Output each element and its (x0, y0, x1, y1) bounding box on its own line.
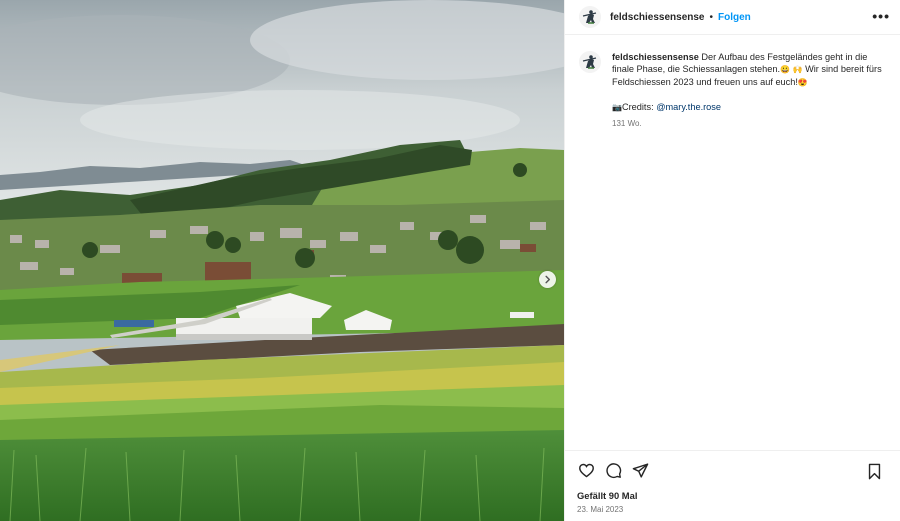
save-button[interactable] (865, 462, 883, 480)
comment-button[interactable] (604, 462, 622, 480)
post-photo[interactable] (0, 0, 564, 521)
share-button[interactable] (631, 462, 649, 480)
next-image-button[interactable] (539, 271, 556, 288)
avatar[interactable] (579, 6, 601, 28)
post-age: 131 Wo. (612, 119, 642, 128)
post-date: 23. Mai 2023 (577, 505, 624, 514)
comments-section: feldschiessensense Der Aufbau des Festge… (565, 35, 900, 450)
caption-username[interactable]: feldschiessensense (612, 52, 699, 62)
more-options-icon[interactable]: ••• (872, 9, 890, 23)
credits-line: 📷Credits: @mary.the.rose (612, 101, 888, 114)
landscape-photo (0, 0, 564, 521)
chevron-right-icon (545, 275, 551, 284)
like-button[interactable] (577, 462, 595, 480)
comment-icon (605, 463, 621, 479)
heart-eyes-emoji: 😍 (797, 78, 808, 87)
paper-plane-icon (632, 463, 648, 478)
post-header: feldschiessensense • Folgen ••• (565, 0, 900, 35)
caption-text: feldschiessensense Der Aufbau des Festge… (612, 51, 888, 130)
caption-avatar[interactable] (579, 51, 601, 73)
like-count[interactable]: Gefällt 90 Mal (565, 490, 900, 504)
credits-label: Credits: (621, 102, 657, 112)
grinning-emoji: 😀 (780, 65, 791, 74)
header-username[interactable]: feldschiessensense (610, 12, 705, 23)
separator-dot: • (709, 11, 714, 23)
caption: feldschiessensense Der Aufbau des Festge… (579, 51, 888, 130)
mention-link[interactable]: @mary.the.rose (656, 102, 721, 112)
follow-button[interactable]: Folgen (718, 12, 751, 23)
bookmark-icon (868, 463, 880, 479)
post-dialog: feldschiessensense • Folgen ••• feldschi (0, 0, 900, 521)
camera-emoji: 📷 (612, 103, 622, 112)
shooter-logo-icon (579, 6, 601, 28)
action-bar (565, 450, 900, 490)
shooter-logo-icon (579, 51, 601, 73)
raised-hands-emoji: 🙌 (792, 65, 803, 74)
heart-icon (578, 463, 594, 478)
post-sidebar: feldschiessensense • Folgen ••• feldschi (564, 0, 900, 521)
